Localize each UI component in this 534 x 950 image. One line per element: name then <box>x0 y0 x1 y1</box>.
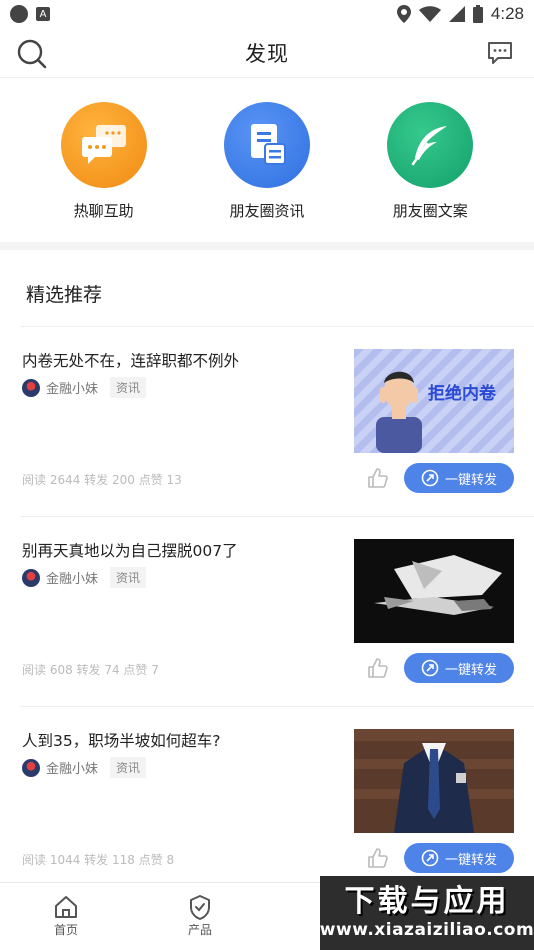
author-name: 金融小妹 <box>46 762 99 777</box>
thumbs-up-icon[interactable] <box>366 847 388 869</box>
share-button-label: 一键转发 <box>444 852 497 868</box>
wifi-icon <box>418 6 441 22</box>
thumbs-up-icon[interactable] <box>366 657 388 679</box>
quick-entry-news[interactable]: 朋友圈资讯 <box>197 102 337 242</box>
article-title[interactable]: 内卷无处不在，连辞职都不例外 <box>22 349 239 371</box>
section-title: 精选推荐 <box>26 284 103 306</box>
shield-check-icon <box>190 895 210 920</box>
share-icon <box>421 469 439 487</box>
quick-entry-label: 朋友圈文案 <box>392 202 468 220</box>
article-thumbnail[interactable] <box>354 729 514 833</box>
battery-icon <box>472 5 483 23</box>
avatar <box>22 758 40 777</box>
category-tag: 资讯 <box>110 567 147 588</box>
feather-icon <box>387 102 474 188</box>
message-icon[interactable] <box>486 40 514 66</box>
thumbnail-caption: 拒绝内卷 <box>428 383 497 404</box>
search-icon[interactable] <box>16 38 48 70</box>
quick-entry-label: 热聊互助 <box>73 202 134 220</box>
signal-icon <box>448 6 465 22</box>
document-icon <box>223 102 310 188</box>
article-thumbnail[interactable] <box>354 539 514 643</box>
article-card[interactable]: 别再天真地以为自己摆脱007了 金融小妹 资讯 阅读 608 转发 74 点赞 … <box>20 516 534 706</box>
article-stats: 阅读 608 转发 74 点赞 7 <box>22 663 159 677</box>
quick-entry-chat[interactable]: 热聊互助 <box>34 102 174 242</box>
article-thumbnail[interactable]: 拒绝内卷 <box>354 349 514 453</box>
watermark-line2: www.xiazaiziliao.com <box>319 920 534 940</box>
section-divider <box>0 242 534 250</box>
avatar <box>22 378 40 397</box>
nav-item-home[interactable]: 首页 <box>36 893 96 938</box>
article-meta: 金融小妹 资讯 <box>22 757 147 778</box>
keyboard-a-icon: A <box>36 7 50 21</box>
quick-entry-copywriting[interactable]: 朋友圈文案 <box>360 102 500 242</box>
avatar <box>22 568 40 587</box>
category-tag: 资讯 <box>110 377 147 398</box>
article-title[interactable]: 人到35，职场半坡如何超车? <box>22 729 220 751</box>
article-card[interactable]: 人到35，职场半坡如何超车? 金融小妹 资讯 阅读 1044 转发 118 点赞… <box>20 706 534 896</box>
notification-icon <box>10 5 28 23</box>
thumbs-up-icon[interactable] <box>366 467 388 489</box>
share-button[interactable]: 一键转发 <box>404 653 514 683</box>
nav-item-products[interactable]: 产品 <box>170 893 230 938</box>
article-meta: 金融小妹 资讯 <box>22 567 147 588</box>
top-bar: 发现 <box>0 28 534 78</box>
share-icon <box>421 849 439 867</box>
author-name: 金融小妹 <box>46 572 99 587</box>
status-bar: A 4:28 <box>0 0 534 28</box>
article-title[interactable]: 别再天真地以为自己摆脱007了 <box>22 539 238 561</box>
quick-entry-row: 热聊互助 朋友圈资讯 朋友圈文案 <box>0 78 534 242</box>
share-button[interactable]: 一键转发 <box>404 463 514 493</box>
nav-item-label: 产品 <box>187 923 212 937</box>
watermark-logo: 下载与应用 www.xiazaiziliao.com <box>320 876 534 950</box>
quick-entry-label: 朋友圈资讯 <box>229 202 305 220</box>
share-button[interactable]: 一键转发 <box>404 843 514 873</box>
status-time: 4:28 <box>490 4 524 23</box>
category-tag: 资讯 <box>110 757 147 778</box>
article-card[interactable]: 内卷无处不在，连辞职都不例外 金融小妹 资讯 拒绝内卷 阅读 2644 转发 2… <box>20 326 534 516</box>
chat-bubbles-icon <box>60 102 147 188</box>
share-button-label: 一键转发 <box>444 472 497 488</box>
article-stats: 阅读 2644 转发 200 点赞 13 <box>22 473 182 487</box>
nav-item-label: 首页 <box>53 923 78 937</box>
page-title: 发现 <box>245 41 289 66</box>
watermark-line1: 下载与应用 <box>344 884 510 919</box>
author-name: 金融小妹 <box>46 382 99 397</box>
share-button-label: 一键转发 <box>444 662 497 678</box>
article-stats: 阅读 1044 转发 118 点赞 8 <box>22 853 175 867</box>
article-meta: 金融小妹 资讯 <box>22 377 147 398</box>
location-icon <box>396 5 411 23</box>
share-icon <box>421 659 439 677</box>
home-icon <box>55 896 77 918</box>
